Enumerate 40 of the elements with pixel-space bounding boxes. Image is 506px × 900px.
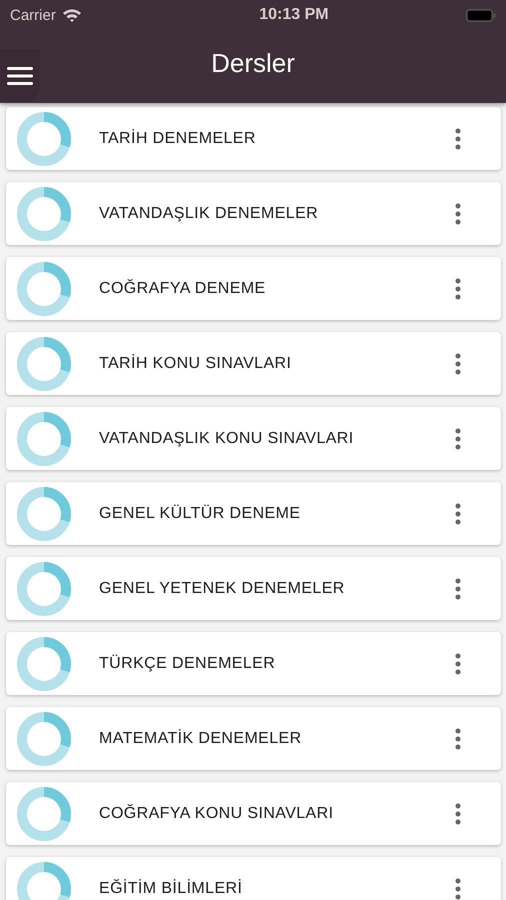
course-card[interactable]: MATEMATİK DENEMELER (6, 707, 501, 770)
menu-button[interactable] (0, 50, 40, 102)
course-name: GENEL KÜLTÜR DENEME (99, 504, 302, 522)
course-card[interactable]: GENEL YETENEK DENEMELER (6, 557, 501, 620)
course-card[interactable]: TARİH KONU SINAVLARI (6, 332, 501, 395)
course-card[interactable]: COĞRAFYA KONU SINAVLARI (6, 782, 501, 845)
wifi-icon (62, 8, 82, 22)
more-icon (455, 352, 461, 374)
course-card[interactable]: VATANDAŞLIK DENEMELER (6, 182, 501, 245)
battery-icon (466, 8, 496, 22)
course-card[interactable]: TARİH DENEMELER (6, 107, 501, 170)
course-name: TARİH DENEMELER (99, 130, 257, 148)
more-icon (455, 128, 461, 150)
course-name: VATANDAŞLIK DENEMELER (99, 204, 320, 222)
course-name: COĞRAFYA KONU SINAVLARI (99, 804, 334, 822)
course-card[interactable]: COĞRAFYA DENEME (6, 257, 501, 320)
more-icon (455, 278, 461, 300)
course-name: TARİH KONU SINAVLARI (99, 354, 292, 372)
more-icon (455, 802, 461, 824)
menu-icon (7, 66, 33, 86)
carrier-label: Carrier (10, 6, 56, 24)
more-icon (455, 202, 461, 224)
course-name: TÜRKÇE DENEMELER (99, 654, 276, 672)
course-name: GENEL YETENEK DENEMELER (99, 580, 346, 598)
course-card[interactable]: TÜRKÇE DENEMELER (6, 632, 501, 695)
course-card[interactable]: VATANDAŞLIK KONU SINAVLARI (6, 407, 501, 470)
course-card[interactable]: EĞİTİM BİLİMLERİ (6, 857, 501, 900)
course-name: MATEMATİK DENEMELER (99, 730, 303, 748)
more-icon (455, 428, 461, 450)
course-name: EĞİTİM BİLİMLERİ (99, 880, 244, 898)
more-icon (455, 728, 461, 750)
more-icon (455, 878, 461, 900)
more-icon (455, 652, 461, 674)
more-icon (455, 502, 461, 524)
status-time: 10:13 PM (259, 6, 329, 24)
course-card[interactable]: GENEL KÜLTÜR DENEME (6, 482, 501, 545)
course-name: COĞRAFYA DENEME (99, 280, 267, 298)
page-title: Dersler (211, 48, 295, 80)
course-name: VATANDAŞLIK KONU SINAVLARI (99, 430, 355, 448)
more-icon (455, 578, 461, 600)
